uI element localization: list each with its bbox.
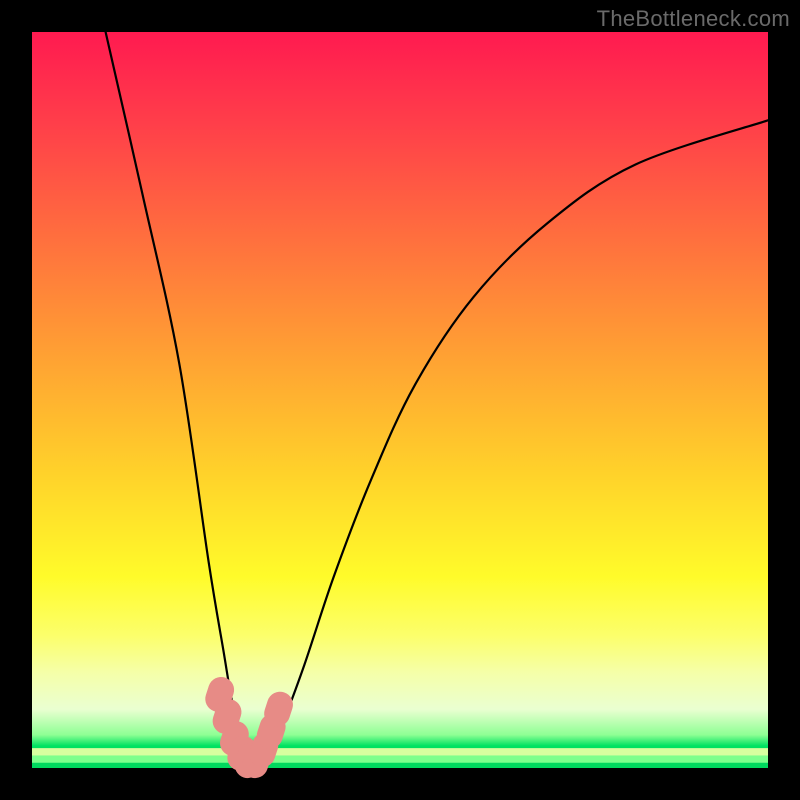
bottleneck-curve <box>106 32 768 766</box>
bottom-band <box>32 748 768 755</box>
curve-svg <box>32 32 768 768</box>
gradient-bands <box>32 748 768 768</box>
chart-frame: TheBottleneck.com <box>0 0 800 800</box>
bottom-band <box>32 763 768 768</box>
plot-area <box>32 32 768 768</box>
watermark: TheBottleneck.com <box>597 6 790 32</box>
bottom-band <box>32 755 768 762</box>
